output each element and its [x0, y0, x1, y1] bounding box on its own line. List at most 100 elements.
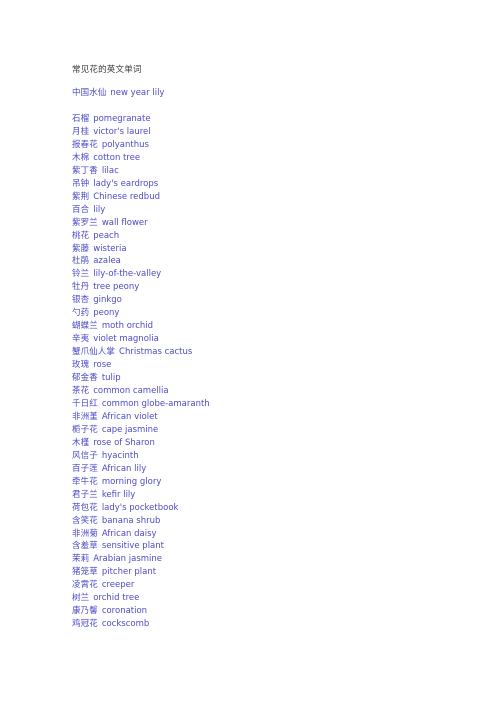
entry-english: polyanthus — [101, 139, 149, 150]
entry-english: moth orchid — [101, 321, 154, 332]
entry-chinese: 蝴蝶兰 — [72, 321, 98, 332]
entry-english: azalea — [93, 256, 121, 267]
list-item: 鸡冠花 cockscomb — [72, 618, 472, 631]
entry-english: Christmas cactus — [119, 347, 193, 358]
list-item: 木棉 cotton tree — [72, 152, 472, 165]
list-item: 铃兰 lily-of-the-valley — [72, 268, 472, 281]
entry-english: morning glory — [101, 476, 162, 487]
entry-chinese: 银杏 — [72, 295, 90, 306]
entry-chinese: 含羞草 — [72, 541, 98, 552]
vocabulary-list: 石榴 pomegranate 月桂 victor's laurel 报春花 polyant… — [72, 113, 472, 631]
entry-english: sensitive plant — [101, 541, 164, 552]
list-item: 千日红 common globe-amaranth — [72, 398, 472, 411]
entry-english: victor's laurel — [93, 126, 151, 137]
list-item: 含羞草 sensitive plant — [72, 540, 472, 553]
list-item: 树兰 orchid tree — [72, 592, 472, 605]
entry-chinese: 牡丹 — [72, 282, 90, 293]
list-item: 百子莲 African lily — [72, 463, 472, 476]
entry-chinese: 猪笼草 — [72, 567, 98, 578]
entry-english: wall flower — [101, 217, 148, 228]
list-item: 杜鹃 azalea — [72, 255, 472, 268]
list-item: 牡丹 tree peony — [72, 281, 472, 294]
entry-chinese: 非洲菊 — [72, 528, 98, 539]
entry-english: lady's pocketbook — [101, 502, 179, 513]
entry-chinese: 风信子 — [72, 450, 98, 461]
entry-chinese: 康乃馨 — [72, 606, 98, 617]
list-item: 风信子 hyacinth — [72, 450, 472, 463]
entry-chinese: 勺药 — [72, 308, 90, 319]
list-item: 石榴 pomegranate — [72, 113, 472, 126]
list-item: 蟹爪仙人掌 Christmas cactus — [72, 346, 472, 359]
list-item: 勺药 peony — [72, 307, 472, 320]
entry-english: peach — [93, 230, 120, 241]
list-item: 郁金香 tulip — [72, 372, 472, 385]
list-item: 吊钟 lady's eardrops — [72, 178, 472, 191]
entry-english: African violet — [101, 411, 158, 422]
list-item: 木槿 rose of Sharon — [72, 437, 472, 450]
entry-chinese: 栀子花 — [72, 424, 98, 435]
entry-chinese: 石榴 — [72, 114, 90, 124]
list-item: 凌霄花 creeper — [72, 579, 472, 592]
entry-chinese: 杜鹃 — [72, 256, 90, 267]
entry-english: rose — [93, 360, 112, 371]
entry-chinese: 紫罗兰 — [72, 217, 98, 228]
entry-english: cotton tree — [93, 152, 141, 163]
list-item: 君子兰 kefir lily — [72, 489, 472, 502]
entry-chinese: 木棉 — [72, 152, 90, 163]
entry-chinese: 荷包花 — [72, 502, 98, 513]
entry-chinese: 树兰 — [72, 593, 90, 604]
document-content: 常见花的英文单词 中国水仙 new year lily 石榴 pomegranate… — [72, 64, 472, 631]
entry-chinese: 百子莲 — [72, 463, 98, 474]
entry-chinese: 百合 — [72, 204, 90, 215]
entry-chinese: 桃花 — [72, 230, 90, 241]
entry-english: lily — [93, 204, 106, 215]
entry-english: coronation — [101, 606, 148, 617]
entry-english: pitcher plant — [101, 567, 157, 578]
entry-english: violet magnolia — [93, 334, 159, 345]
list-item: 桃花 peach — [72, 230, 472, 243]
list-item: 紫丁香 lilac — [72, 165, 472, 178]
entry-chinese: 铃兰 — [72, 269, 90, 280]
entry-english: African lily — [101, 463, 147, 474]
entry-chinese: 含笑花 — [72, 515, 98, 526]
entry-english: rose of Sharon — [93, 437, 155, 448]
entry-english: hyacinth — [101, 450, 139, 461]
entry-english: common camellia — [93, 386, 169, 397]
entry-chinese: 蟹爪仙人掌 — [72, 347, 116, 358]
entry-english: orchid tree — [93, 593, 140, 604]
entry-english: Arabian jasmine — [93, 554, 163, 565]
entry-chinese: 非洲堇 — [72, 411, 98, 422]
entry-chinese: 凌霄花 — [72, 580, 98, 591]
list-item: 银杏 ginkgo — [72, 294, 472, 307]
entry-chinese: 紫丁香 — [72, 165, 98, 176]
list-item: 玫瑰 rose — [72, 359, 472, 372]
document-page: 常见花的英文单词 中国水仙 new year lily 石榴 pomegranate… — [0, 0, 500, 708]
entry-chinese: 吊钟 — [72, 178, 90, 189]
entry-english: common globe-amaranth — [101, 398, 210, 409]
entry-chinese: 木槿 — [72, 437, 90, 448]
list-item: 猪笼草 pitcher plant — [72, 566, 472, 579]
entry-chinese: 报春花 — [72, 139, 98, 150]
entry-english: wisteria — [93, 243, 127, 254]
entry-english: lily-of-the-valley — [93, 269, 162, 280]
entry-english: lady's eardrops — [93, 178, 159, 189]
list-item: 荷包花 lady's pocketbook — [72, 502, 472, 515]
entry-english: cockscomb — [101, 619, 150, 630]
list-item: 含笑花 banana shrub — [72, 515, 472, 528]
page-title: 常见花的英文单词 — [72, 65, 142, 75]
entry-english: African daisy — [101, 528, 157, 539]
entry-english: peony — [93, 308, 120, 319]
entry-chinese: 君子兰 — [72, 489, 98, 500]
entry-chinese: 紫荆 — [72, 191, 90, 202]
list-item: 蝴蝶兰 moth orchid — [72, 320, 472, 333]
entry-english: cape jasmine — [101, 424, 159, 435]
entry-english: banana shrub — [101, 515, 161, 526]
list-item: 茉莉 Arabian jasmine — [72, 553, 472, 566]
entry-english: creeper — [101, 580, 135, 591]
entry-chinese: 茶花 — [72, 386, 90, 397]
lead-entry-chinese: 中国水仙 — [72, 88, 107, 98]
list-item: 紫罗兰 wall flower — [72, 217, 472, 230]
list-item: 报春花 polyanthus — [72, 139, 472, 152]
entry-english: tree peony — [93, 282, 140, 293]
